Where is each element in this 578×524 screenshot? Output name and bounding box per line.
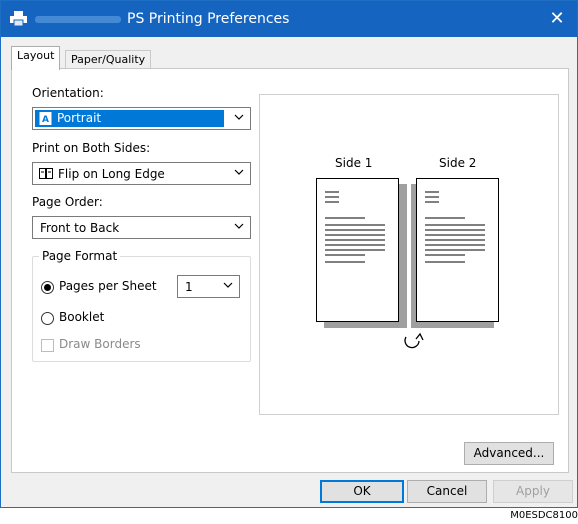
window-title: PS Printing Preferences — [127, 11, 290, 27]
booklet-radio[interactable] — [41, 312, 54, 325]
book-flip-icon — [39, 168, 53, 179]
preview-page-side1 — [316, 178, 399, 322]
image-code: M0ESDC8100 — [510, 510, 578, 521]
svg-text:A: A — [42, 115, 49, 125]
printer-icon — [10, 11, 27, 26]
draw-borders-label: Draw Borders — [59, 337, 141, 351]
chevron-down-icon — [234, 114, 244, 120]
chevron-down-icon — [223, 282, 233, 288]
tab-paper-quality[interactable]: Paper/Quality — [65, 50, 152, 69]
portrait-page-icon: A — [39, 112, 52, 125]
both-sides-dropdown[interactable]: Flip on Long Edge — [32, 162, 251, 185]
chevron-down-icon — [234, 169, 244, 175]
page-order-label: Page Order: — [32, 195, 103, 209]
both-sides-value: Flip on Long Edge — [58, 167, 165, 181]
preview-page-side2 — [416, 178, 499, 322]
pages-per-sheet-value: 1 — [185, 280, 193, 294]
printing-preferences-window: PS Printing Preferences ✕ Layout Paper/Q… — [0, 0, 578, 508]
orientation-dropdown[interactable]: A Portrait — [32, 107, 251, 130]
pages-per-sheet-dropdown[interactable]: 1 — [177, 275, 240, 298]
booklet-label: Booklet — [59, 310, 105, 324]
page-order-value: Front to Back — [40, 221, 120, 235]
cancel-button[interactable]: Cancel — [407, 480, 487, 503]
page-order-dropdown[interactable]: Front to Back — [32, 216, 251, 239]
text-lines-icon — [425, 191, 485, 263]
advanced-button[interactable]: Advanced... — [464, 442, 554, 465]
apply-button[interactable]: Apply — [493, 480, 573, 503]
chevron-down-icon — [234, 223, 244, 229]
pages-per-sheet-label: Pages per Sheet — [59, 279, 157, 293]
ok-button[interactable]: OK — [320, 480, 404, 503]
text-lines-icon — [325, 191, 385, 263]
layout-preview: Side 1 Side 2 — [259, 94, 559, 415]
tab-layout[interactable]: Layout — [11, 46, 61, 70]
page-format-legend: Page Format — [39, 249, 121, 263]
both-sides-label: Print on Both Sides: — [32, 141, 151, 155]
side1-label: Side 1 — [335, 156, 373, 170]
title-bar: PS Printing Preferences ✕ — [1, 1, 577, 37]
page-format-group: Page Format Pages per Sheet 1 Booklet Dr… — [32, 249, 251, 362]
layout-panel: Orientation: A Portrait Print on Both Si… — [11, 68, 569, 473]
pages-per-sheet-radio[interactable] — [41, 281, 54, 294]
rotate-arrow-icon — [404, 332, 424, 349]
orientation-selected-highlight: A Portrait — [35, 110, 224, 127]
side2-label: Side 2 — [439, 156, 477, 170]
orientation-value: Portrait — [57, 111, 102, 125]
blurred-printer-name — [35, 16, 121, 23]
orientation-label: Orientation: — [32, 86, 104, 100]
draw-borders-checkbox[interactable] — [41, 339, 54, 352]
close-button[interactable]: ✕ — [537, 1, 577, 37]
